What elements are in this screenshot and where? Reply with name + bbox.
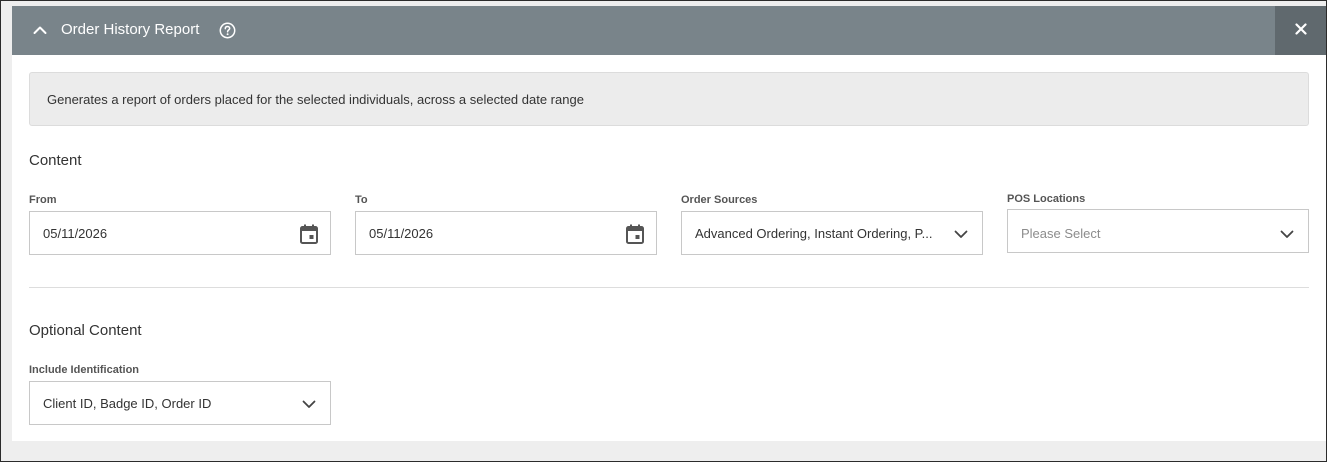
- report-panel: Order History Report Generates a report …: [12, 6, 1326, 441]
- report-description: Generates a report of orders placed for …: [47, 92, 584, 107]
- report-header: Order History Report: [12, 6, 1326, 55]
- from-date-value: 05/11/2026: [43, 226, 108, 241]
- pos-locations-placeholder: Please Select: [1021, 226, 1101, 241]
- include-identification-label: Include Identification: [29, 364, 140, 376]
- to-label: To: [355, 194, 368, 206]
- report-title: Order History Report: [61, 21, 200, 38]
- pos-locations-label: POS Locations: [1007, 193, 1086, 205]
- chevron-up-icon: [33, 22, 47, 40]
- to-date-value: 05/11/2026: [369, 226, 434, 241]
- report-frame: Order History Report Generates a report …: [0, 0, 1327, 462]
- from-label: From: [29, 194, 57, 206]
- content-section-title: Content: [29, 152, 82, 169]
- help-circle-icon[interactable]: [219, 22, 236, 39]
- include-identification-value: Client ID, Badge ID, Order ID: [43, 396, 212, 411]
- close-icon: [1294, 22, 1307, 40]
- report-description-box: Generates a report of orders placed for …: [29, 72, 1309, 126]
- order-sources-select[interactable]: Advanced Ordering, Instant Ordering, P..…: [681, 211, 983, 255]
- calendar-icon[interactable]: [624, 223, 646, 245]
- close-button[interactable]: [1275, 6, 1326, 55]
- chevron-down-icon: [298, 393, 320, 415]
- to-date-input[interactable]: 05/11/2026: [355, 211, 657, 255]
- chevron-down-icon: [1276, 223, 1298, 245]
- chevron-down-icon: [950, 223, 972, 245]
- optional-content-section-title: Optional Content: [29, 322, 142, 339]
- include-identification-select[interactable]: Client ID, Badge ID, Order ID: [29, 381, 331, 425]
- section-divider: [29, 287, 1309, 288]
- pos-locations-select[interactable]: Please Select: [1007, 209, 1309, 253]
- order-sources-label: Order Sources: [681, 194, 758, 206]
- collapse-button[interactable]: [30, 21, 50, 41]
- order-sources-value: Advanced Ordering, Instant Ordering, P..…: [695, 226, 933, 241]
- calendar-icon[interactable]: [298, 223, 320, 245]
- from-date-input[interactable]: 05/11/2026: [29, 211, 331, 255]
